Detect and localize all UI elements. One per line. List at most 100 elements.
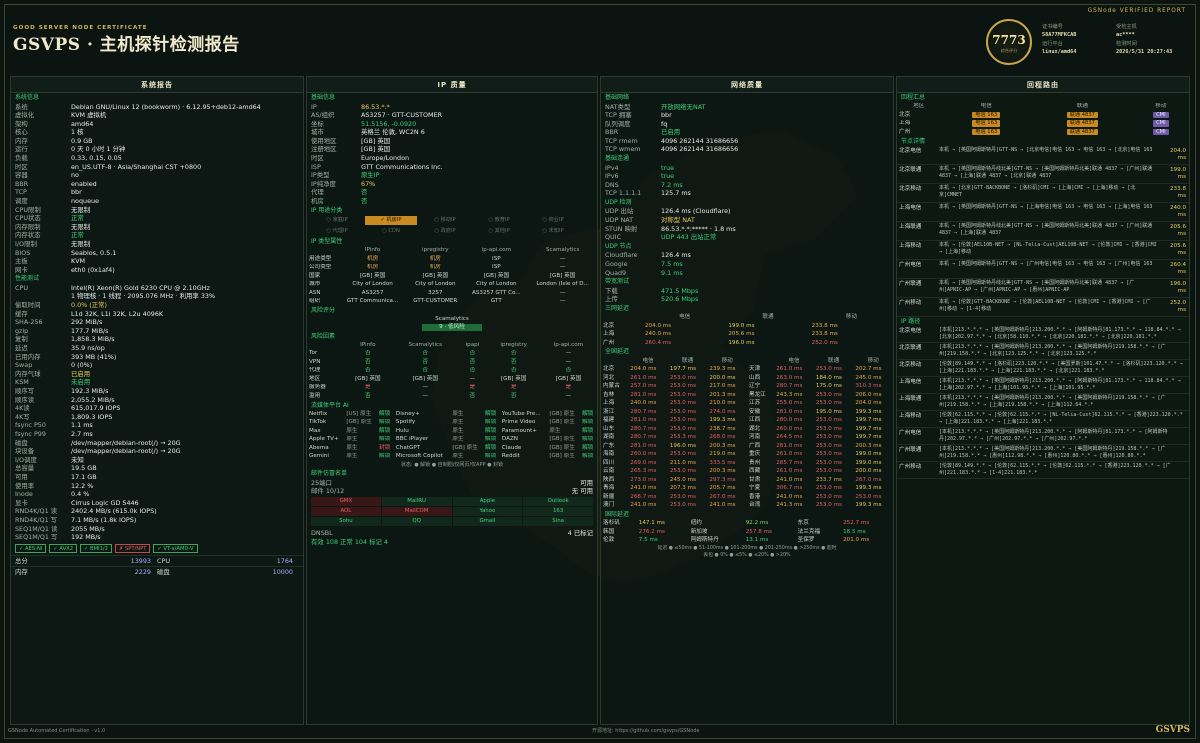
kv-row: TCP rmem 4096 262144 31686656 — [601, 137, 893, 146]
table-cell: CMI — [1133, 111, 1189, 120]
table-cell: 260.0 ms — [776, 425, 803, 432]
table-cell: 199.0 ms — [855, 451, 882, 458]
table-cell: 解锁 — [485, 410, 497, 417]
panel-title: 回程路由 — [897, 77, 1189, 93]
intl-latency-table: 洛杉矶 147.1 ms 纽约 92.2 ms 东京 252.7 ms 韩国 276.2 ms… — [601, 519, 893, 545]
table-cell: 否 — [510, 367, 517, 374]
kv-value: 无限制 — [71, 240, 91, 248]
table-cell: Paramount+ — [501, 427, 538, 434]
kv-row: CPU状态 正常 — [11, 214, 303, 223]
table-cell: 285.7 ms — [776, 459, 803, 466]
table-cell: 253.0 ms — [669, 374, 696, 381]
table-row: 云南 265.3 ms 253.0 ms 200.3 ms 西藏 261.0 ms 253.… — [601, 467, 893, 476]
table-cell: 澳门 — [603, 502, 615, 509]
table-cell: 解锁 — [582, 444, 594, 451]
kv-row: 显卡 Cirrus Logic GD 5446 — [11, 499, 303, 508]
kv-row: 内存限制 无限制 — [11, 223, 303, 232]
kv-key: IP — [311, 102, 317, 111]
kv-value: 1,809.3 IOPS — [71, 412, 113, 421]
route-latency: 240.0 ms — [1169, 204, 1186, 218]
kv-value: 12.2 % — [71, 481, 94, 490]
table-cell: 219.0 ms — [709, 451, 736, 458]
section-title: IP 用途分类 — [311, 206, 343, 214]
table-cell: 253.0 ms — [669, 383, 696, 390]
kv-row: fsync P50 1.1 ms — [11, 421, 303, 430]
kv-row: NAT类型 开放网络无NAT — [601, 103, 893, 112]
table-cell: — — [565, 358, 572, 365]
kv-row: 使用地区 [GB] 英国 — [307, 137, 597, 146]
table-cell: 是 — [365, 384, 371, 391]
table-cell: 260.4 ms — [645, 339, 672, 346]
bandwidth-list: 下载 471.5 Mbps 上传 520.6 Mbps — [601, 287, 893, 304]
kv-key: 负载 — [15, 154, 28, 163]
kv-key: 使用率 — [15, 481, 35, 490]
table-cell: 原生 — [452, 436, 464, 443]
kv-row: I/O调度 未知 — [11, 456, 303, 465]
mail-black-row: 邮件 10/12 无 可用 — [311, 487, 593, 496]
kv-key: TCP 拥塞 — [605, 111, 632, 120]
kv-value: 4096 262144 31686656 — [661, 136, 739, 145]
kv-row: I/O限制 无限制 — [11, 240, 303, 249]
streaming-table: Netflix [US] 原生 解锁 Disney+ 原生 解锁 YouTube Pre..… — [307, 410, 597, 461]
column-header: 电信 — [980, 103, 992, 110]
table-cell: 解锁 — [379, 427, 391, 434]
table-row: 山东 280.7 ms 253.0 ms 238.7 ms 湖北 260.0 ms 253.… — [601, 425, 893, 434]
section-title: 风险因素 — [311, 332, 336, 340]
table-cell: 261.0 ms — [776, 366, 803, 373]
table-cell: 261.0 ms — [776, 451, 803, 458]
route-chip: 联通 4837 — [1066, 128, 1098, 136]
table-cell: 205.6 ms — [728, 331, 755, 338]
table-cell: [GB] 英国 — [422, 272, 449, 279]
table-cell: [GB] 原生 — [549, 436, 575, 443]
kv-value: 已启用 — [71, 369, 91, 378]
kv-row: 缓存 L1d 32K, L1i 32K, L2u 4096K — [11, 310, 303, 319]
column-header — [307, 341, 343, 350]
page-title: GSVPS · 主机探针检测报告 — [13, 35, 240, 55]
summary-row: 总分 13993 CPU 1764 — [11, 554, 303, 566]
route-row: 北京联通 本机 → [英国阿姆斯特丹线北美]GTT-NS → [美国阿姆斯特丹北美… — [897, 165, 1189, 184]
footer-center[interactable]: 开源地址: https://github.com/gsvps/GSNode — [592, 728, 699, 734]
route-node: 上海移动 — [899, 413, 922, 420]
kv-key: 显卡 — [15, 498, 28, 507]
table-cell: 233.7 ms — [815, 476, 842, 483]
table-cell: 253.0 ms — [669, 451, 696, 458]
table-cell: 240.0 ms — [630, 400, 657, 407]
table-cell: 原生 — [346, 436, 358, 443]
route-path: [伦敦]89.149.*.* → [伦敦]62.115.*.* → [伦敦]62… — [939, 463, 1171, 477]
table-cell: 253.0 ms — [815, 451, 842, 458]
table-row: 韩国 276.2 ms 新加坡 257.8 ms 法兰克福 18.5 ms — [601, 528, 893, 537]
table-cell: Claude — [501, 444, 522, 451]
table-cell: 否 — [365, 358, 371, 365]
table-cell: 281.0 ms — [630, 442, 657, 449]
system-panel: 系统报告 系统信息 系统 Debian GNU/Linux 12 (bookwor… — [10, 76, 304, 725]
column-header: ip-api.com — [553, 341, 584, 348]
kv-value: 0 天 0 小时 1 分钟 — [71, 145, 126, 154]
summary-score: 1764 — [276, 556, 293, 565]
table-header-row: IPinfo ipregistry ip-api.com Scamalytics — [307, 247, 597, 256]
kv-key: SEQ1M/Q1 写 — [15, 533, 58, 542]
kv-value: /dev/mapper/debian-root(/) → 20G — [71, 438, 181, 447]
table-cell: 280.7 ms — [776, 383, 803, 390]
kv-row: STUN 映射 86.53.*.*:***** · 1.8 ms — [601, 225, 893, 234]
table-cell: 上海 — [603, 400, 615, 407]
kv-value: 125.7 ms — [661, 189, 691, 198]
kv-row: IP纯净度 67% — [307, 180, 597, 189]
kv-row: 坐标 51.5156, -0.0920 — [307, 120, 597, 129]
table-cell: 252.0 ms — [811, 339, 838, 346]
route-latency: 199.0 ms — [1169, 166, 1186, 180]
kv-value: 1 核 — [71, 128, 84, 137]
table-row: ASN AS3257 3257 AS3257 GTT Co... — — [307, 289, 597, 298]
kv-key: BBR — [605, 128, 619, 137]
route-node: 北京联通 — [899, 166, 922, 173]
route-row: 上海移动 [伦敦]62.115.*.* → [伦敦]62.115.*.* → [N… — [897, 411, 1189, 429]
table-cell: 否 — [510, 358, 517, 365]
table-cell: 原生 — [346, 444, 358, 451]
table-row: 用途类型 机房 机房 ISP — — [307, 255, 597, 264]
table-cell: ISP — [492, 264, 501, 271]
kv-key: IP类型 — [311, 171, 330, 180]
table-cell: 国家 — [309, 272, 321, 279]
kv-key: DNS — [605, 180, 619, 189]
kv-value: 19.5 GB — [71, 464, 97, 473]
table-cell: ASN — [309, 289, 321, 296]
table-cell: 机房 — [367, 264, 379, 271]
